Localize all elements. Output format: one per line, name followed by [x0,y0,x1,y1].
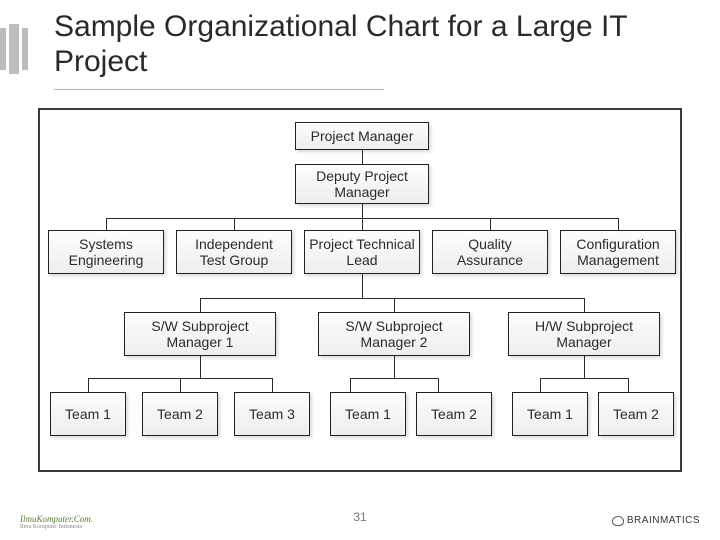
connector [362,274,363,298]
title-underline [54,89,384,90]
connector [584,298,585,312]
node-sw-subproject-1: S/W Subproject Manager 1 [124,312,276,356]
connector [618,218,619,230]
connector [350,378,351,392]
node-sw1-team2: Team 2 [142,392,218,436]
node-hw-team2: Team 2 [598,392,674,436]
connector [362,204,363,218]
connector [490,218,491,230]
connector [234,218,235,230]
connector [88,378,89,392]
slide: Sample Organizational Chart for a Large … [0,0,720,540]
node-sw1-team3: Team 3 [234,392,310,436]
node-quality-assurance: Quality Assurance [432,230,548,274]
connector [584,356,585,378]
node-project-technical-lead: Project Technical Lead [304,230,420,274]
node-project-manager: Project Manager [295,122,429,150]
node-sw-subproject-2: S/W Subproject Manager 2 [318,312,470,356]
node-systems-engineering: Systems Engineering [48,230,164,274]
connector [362,150,363,164]
connector [438,378,439,392]
node-hw-team1: Team 1 [512,392,588,436]
connector [200,356,201,378]
connector [362,218,363,230]
footer-logo-left: IlmuKomputer.Com. Ilmu Komputer Indonesi… [20,514,93,530]
node-sw2-team2: Team 2 [416,392,492,436]
slide-decoration [0,24,44,74]
connector [394,298,395,312]
connector [628,378,629,392]
node-deputy-pm: Deputy Project Manager [295,164,429,204]
connector [540,378,628,379]
node-configuration-management: Configuration Management [560,230,676,274]
connector [200,298,201,312]
node-hw-subproject: H/W Subproject Manager [508,312,660,356]
node-sw1-team1: Team 1 [50,392,126,436]
footer-left-text: IlmuKomputer.Com [20,514,91,524]
connector [540,378,541,392]
connector [350,378,438,379]
node-sw2-team1: Team 1 [330,392,406,436]
footer-right-text: BRAINMATICS [627,515,700,526]
org-chart: Project Manager Deputy Project Manager S… [38,108,682,472]
connector [106,218,107,230]
slide-title: Sample Organizational Chart for a Large … [54,10,720,79]
brain-icon [612,516,624,526]
connector [180,378,181,392]
connector [272,378,273,392]
connector [200,298,584,299]
connector [394,356,395,378]
footer-logo-right: BRAINMATICS [612,515,700,526]
footer-left-sub: Ilmu Komputer Indonesia [20,524,93,530]
node-independent-test-group: Independent Test Group [176,230,292,274]
